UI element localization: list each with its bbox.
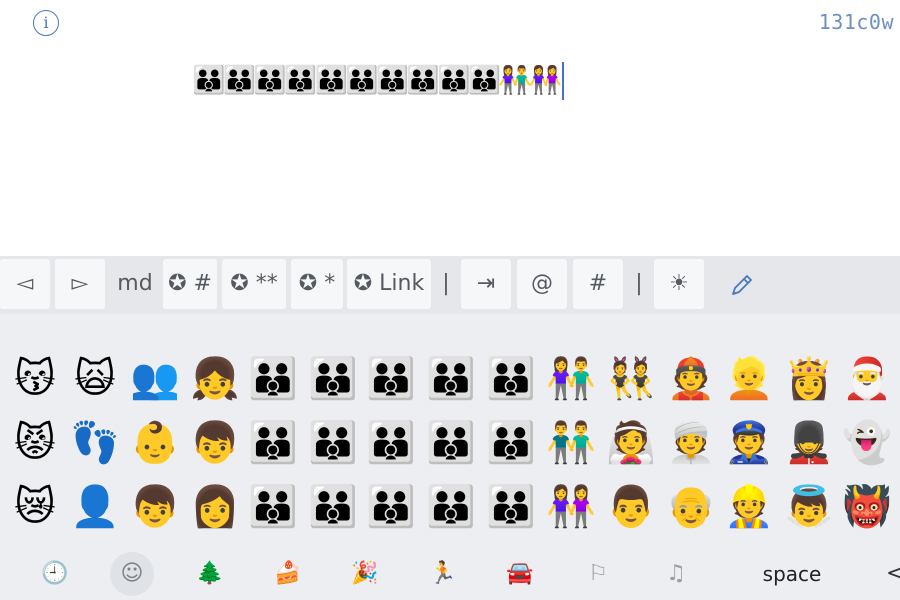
- emoji-key[interactable]: 👩: [186, 476, 244, 538]
- emoji-key[interactable]: 👪: [244, 348, 302, 410]
- emoji-key[interactable]: 💂: [780, 412, 838, 474]
- flags-icon[interactable]: ⚐: [576, 554, 620, 594]
- at-sign-button[interactable]: @: [517, 259, 567, 309]
- pencil-icon[interactable]: [727, 270, 757, 300]
- text-caret: [562, 62, 565, 100]
- emoji-key[interactable]: 👻: [838, 412, 896, 474]
- emoji-key[interactable]: 👪: [244, 476, 302, 538]
- emoji-key[interactable]: 👤: [66, 476, 124, 538]
- emoji-key[interactable]: 👪: [482, 348, 540, 410]
- emoji-key[interactable]: 👶: [126, 412, 184, 474]
- emoji-key[interactable]: 👪: [304, 412, 362, 474]
- emoji-keyboard: ◅ ▻ md ✪ # ✪ ** ✪ * ✪ Link | ⇥ @ # | ☀ 😽…: [0, 256, 900, 600]
- nature-tree-icon[interactable]: 🌲: [188, 554, 232, 594]
- cursor-right-button[interactable]: ▻: [55, 259, 105, 309]
- emoji-key[interactable]: 👮: [720, 412, 778, 474]
- emoji-key[interactable]: 👹: [838, 476, 896, 538]
- emoji-key[interactable]: 🎅: [838, 348, 896, 410]
- emoji-key[interactable]: 👰: [602, 412, 660, 474]
- emoji-key[interactable]: 👱: [720, 348, 778, 410]
- emoji-key[interactable]: 👪: [482, 412, 540, 474]
- emoji-key[interactable]: 👪: [362, 412, 420, 474]
- emoji-key[interactable]: 👪: [244, 412, 302, 474]
- italic-button[interactable]: ✪ *: [291, 259, 343, 309]
- info-icon[interactable]: i: [33, 10, 59, 36]
- emoji-key[interactable]: 👪: [304, 348, 362, 410]
- emoji-key[interactable]: 👪: [362, 476, 420, 538]
- emoji-grid: 😽 🙀 👥 👧 👪 👪 👪 👪 👪 👫 👯 👲 👱 👸 🎅 😾 👣 👶 👦 👪 👪 👪 👪 👪 👬 👰 👳 👮 💂 👻 😿 👤 👦 👩 👪 👪 👪 👪 👪 👭…: [0, 348, 900, 544]
- emoji-key[interactable]: 👦: [126, 476, 184, 538]
- bold-button[interactable]: ✪ **: [222, 259, 286, 309]
- emoji-key[interactable]: 👪: [422, 412, 480, 474]
- emoji-key[interactable]: 👧: [186, 348, 244, 410]
- smileys-icon[interactable]: ☺: [110, 552, 154, 596]
- emoji-key[interactable]: 👸: [780, 348, 838, 410]
- text-editor[interactable]: i 131c0w 👪👪👪👪👪👪👪👪👪👪👫👭: [0, 0, 900, 256]
- emoji-key[interactable]: 😽: [6, 348, 64, 410]
- markdown-toolbar: ◅ ▻ md ✪ # ✪ ** ✪ * ✪ Link | ⇥ @ # | ☀: [0, 256, 900, 314]
- emoji-key[interactable]: 👷: [720, 476, 778, 538]
- emoji-key[interactable]: 👬: [542, 412, 600, 474]
- emoji-key[interactable]: 👣: [66, 412, 124, 474]
- space-button[interactable]: space: [742, 554, 842, 594]
- emoji-key[interactable]: 👪: [422, 348, 480, 410]
- brightness-button[interactable]: ☀: [654, 259, 704, 309]
- link-button[interactable]: ✪ Link: [347, 259, 431, 309]
- emoji-key[interactable]: 👪: [362, 348, 420, 410]
- celebration-icon[interactable]: 🎉: [343, 554, 387, 594]
- markdown-button[interactable]: md: [110, 259, 160, 309]
- character-counter: 131c0w: [818, 10, 894, 34]
- heading-button[interactable]: ✪ #: [163, 259, 217, 309]
- symbols-icon[interactable]: ♫: [654, 554, 698, 594]
- emoji-key[interactable]: 👳: [662, 412, 720, 474]
- emoji-key[interactable]: 😿: [6, 476, 64, 538]
- toolbar-divider: |: [442, 271, 450, 296]
- emoji-key[interactable]: 👼: [780, 476, 838, 538]
- emoji-key[interactable]: 👴: [662, 476, 720, 538]
- food-icon[interactable]: 🍰: [266, 554, 310, 594]
- emoji-key[interactable]: 🙀: [66, 348, 124, 410]
- category-bar: space < 🕘 ☺ 🌲 🍰 🎉 🏃 🚘 ⚐ ♫: [0, 548, 900, 600]
- back-icon[interactable]: <: [886, 554, 900, 594]
- hash-button[interactable]: #: [573, 259, 623, 309]
- emoji-key[interactable]: 👭: [542, 476, 600, 538]
- emoji-key[interactable]: 👪: [304, 476, 362, 538]
- emoji-key[interactable]: 👨: [602, 476, 660, 538]
- cursor-left-button[interactable]: ◅: [0, 259, 50, 309]
- emoji-key[interactable]: 👦: [186, 412, 244, 474]
- travel-icon[interactable]: 🚘: [498, 554, 542, 594]
- emoji-key[interactable]: 😾: [6, 412, 64, 474]
- emoji-key[interactable]: 👫: [542, 348, 600, 410]
- typed-text[interactable]: 👪👪👪👪👪👪👪👪👪👪👫👭: [192, 62, 565, 100]
- toolbar-divider: |: [635, 271, 643, 296]
- emoji-key[interactable]: 👪: [482, 476, 540, 538]
- emoji-key[interactable]: 👥: [126, 348, 184, 410]
- typed-emoji-text: 👪👪👪👪👪👪👪👪👪👪👫👭: [192, 65, 562, 96]
- recent-clock-icon[interactable]: 🕘: [33, 554, 77, 594]
- emoji-key[interactable]: 👲: [662, 348, 720, 410]
- activity-runner-icon[interactable]: 🏃: [421, 554, 465, 594]
- emoji-key[interactable]: 👪: [422, 476, 480, 538]
- tab-button[interactable]: ⇥: [461, 259, 511, 309]
- emoji-key[interactable]: 👯: [602, 348, 660, 410]
